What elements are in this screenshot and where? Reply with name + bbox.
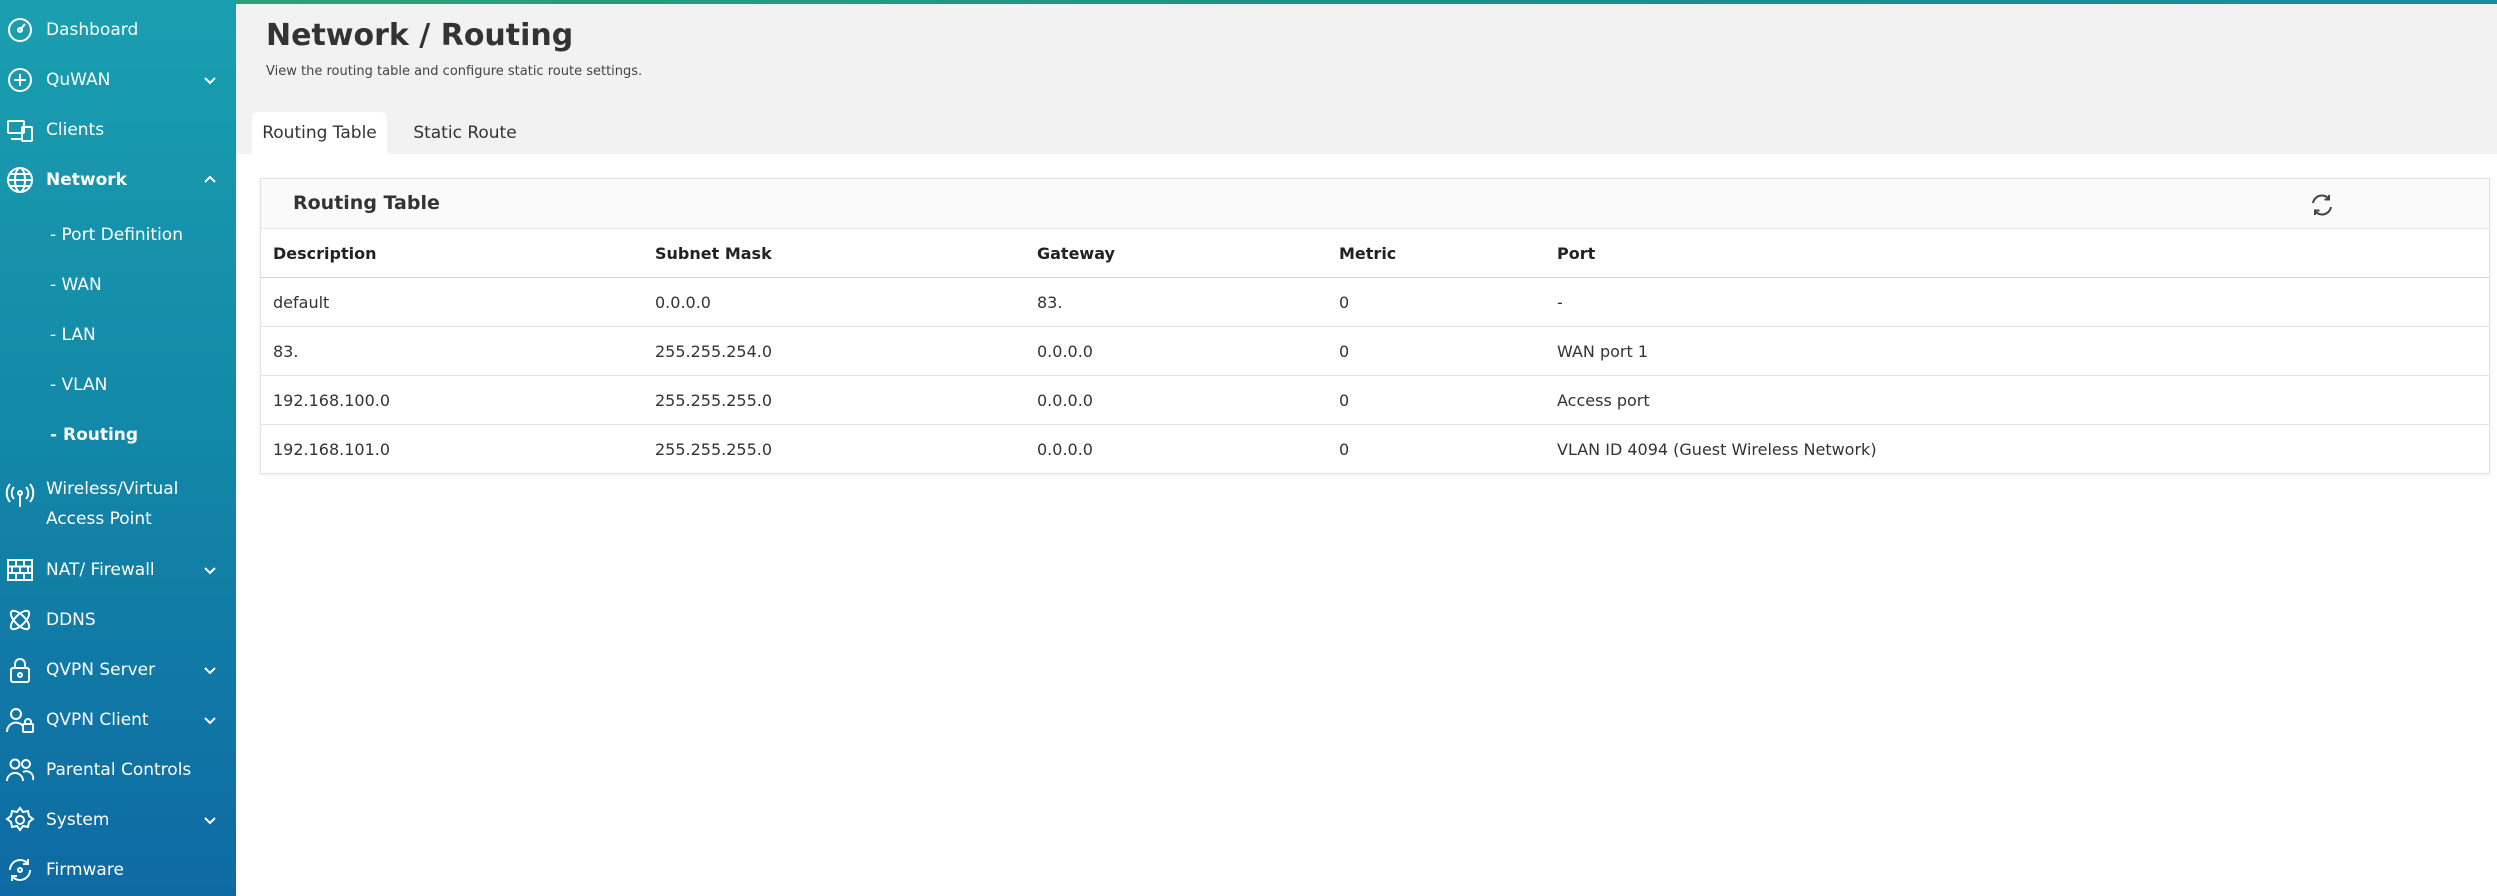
page-subtitle: View the routing table and configure sta… [266, 64, 643, 79]
table-row: 192.168.100.0 255.255.255.0 0.0.0.0 0 Ac… [261, 376, 2489, 425]
sidebar-item-label: Firmware [46, 860, 124, 880]
cell-metric: 0 [1339, 293, 1350, 312]
tab-static-route[interactable]: Static Route [400, 112, 530, 154]
column-header-gateway: Gateway [1037, 244, 1115, 263]
sidebar-subitem-wan[interactable]: - WAN [50, 269, 102, 301]
table-header-row: Description Subnet Mask Gateway Metric P… [261, 229, 2489, 278]
sidebar-item-dashboard[interactable]: Dashboard [0, 10, 236, 50]
sidebar-subitem-vlan[interactable]: - VLAN [50, 369, 107, 401]
sidebar-item-label: DDNS [46, 610, 96, 630]
sidebar-item-label: Network [46, 170, 127, 190]
sidebar-item-qvpn-client[interactable]: QVPN Client [0, 700, 236, 740]
chevron-down-icon[interactable] [202, 662, 218, 678]
sidebar-item-ddns[interactable]: DDNS [0, 600, 236, 640]
cell-gateway: 0.0.0.0 [1037, 342, 1093, 361]
panel-header: Routing Table [261, 179, 2489, 229]
clients-icon [4, 114, 36, 146]
globe-icon [4, 164, 36, 196]
sidebar-item-label: System [46, 810, 110, 830]
cell-subnet-mask: 255.255.254.0 [655, 342, 773, 361]
quwan-icon [4, 64, 36, 96]
sidebar-item-qvpn-server[interactable]: QVPN Server [0, 650, 236, 690]
sidebar-item-label: QuWAN [46, 70, 111, 90]
sidebar-item-label: NAT/ Firewall [46, 560, 155, 580]
sidebar-item-system[interactable]: System [0, 800, 236, 840]
sidebar-item-label: QVPN Server [46, 660, 156, 680]
chevron-down-icon[interactable] [202, 812, 218, 828]
chevron-down-icon[interactable] [202, 562, 218, 578]
sidebar-item-label: Wireless/Virtual Access Point [46, 479, 179, 529]
cell-port: VLAN ID 4094 (Guest Wireless Network) [1557, 440, 1877, 459]
cell-port: WAN port 1 [1557, 342, 1649, 361]
cell-description: default [273, 293, 330, 312]
vpn-client-icon [4, 704, 36, 736]
firewall-icon [4, 554, 36, 586]
cell-metric: 0 [1339, 391, 1350, 410]
sidebar-subitem-port-definition[interactable]: - Port Definition [50, 219, 183, 251]
wireless-icon [4, 480, 36, 512]
ddns-icon [4, 604, 36, 636]
dashboard-icon [4, 14, 36, 46]
cell-subnet-mask: 255.255.255.0 [655, 391, 773, 410]
sidebar-item-clients[interactable]: Clients [0, 110, 236, 150]
chevron-down-icon[interactable] [202, 72, 218, 88]
refresh-icon[interactable] [2309, 192, 2335, 218]
cell-description: 83. [273, 342, 299, 361]
cell-metric: 0 [1339, 342, 1350, 361]
sidebar-subitem-lan[interactable]: - LAN [50, 319, 96, 351]
column-header-subnet-mask: Subnet Mask [655, 244, 772, 263]
table-row: default 0.0.0.0 83. 0 - [261, 278, 2489, 327]
tab-routing-table[interactable]: Routing Table [252, 112, 387, 154]
cell-subnet-mask: 0.0.0.0 [655, 293, 711, 312]
sidebar-item-label: QVPN Client [46, 710, 149, 730]
sidebar-item-nat-firewall[interactable]: NAT/ Firewall [0, 550, 236, 590]
table-row: 83. 255.255.254.0 0.0.0.0 0 WAN port 1 [261, 327, 2489, 376]
lock-icon [4, 654, 36, 686]
sidebar-item-quwan[interactable]: QuWAN [0, 60, 236, 100]
routing-table-panel: Routing Table Description Subnet Mask Ga… [260, 178, 2490, 474]
sidebar-subitem-routing[interactable]: - Routing [50, 419, 138, 451]
column-header-port: Port [1557, 244, 1596, 263]
sidebar-item-label: Clients [46, 120, 105, 140]
page-title: Network / Routing [266, 18, 574, 53]
chevron-up-icon[interactable] [202, 172, 218, 188]
chevron-down-icon[interactable] [202, 712, 218, 728]
sidebar: Dashboard QuWAN Clients Network - Port D… [0, 0, 236, 896]
sidebar-item-label: Parental Controls [46, 760, 192, 780]
cell-gateway: 0.0.0.0 [1037, 391, 1093, 410]
cell-port: Access port [1557, 391, 1650, 410]
table-row: 192.168.101.0 255.255.255.0 0.0.0.0 0 VL… [261, 425, 2489, 474]
sidebar-item-parental-controls[interactable]: Parental Controls [0, 750, 236, 790]
column-header-description: Description [273, 244, 377, 263]
cell-gateway: 0.0.0.0 [1037, 440, 1093, 459]
users-icon [4, 754, 36, 786]
sidebar-item-wireless[interactable]: Wireless/Virtual Access Point [0, 472, 236, 536]
sidebar-item-network[interactable]: Network [0, 160, 236, 200]
page-header [236, 4, 2497, 154]
cell-description: 192.168.100.0 [273, 391, 391, 410]
sidebar-item-firmware[interactable]: Firmware [0, 850, 236, 890]
cell-subnet-mask: 255.255.255.0 [655, 440, 773, 459]
firmware-icon [4, 854, 36, 886]
cell-description: 192.168.101.0 [273, 440, 391, 459]
cell-gateway: 83. [1037, 293, 1063, 312]
cell-port: - [1557, 293, 1563, 312]
gear-icon [4, 804, 36, 836]
sidebar-item-label: Dashboard [46, 20, 139, 40]
column-header-metric: Metric [1339, 244, 1397, 263]
panel-title: Routing Table [293, 192, 440, 214]
cell-metric: 0 [1339, 440, 1350, 459]
